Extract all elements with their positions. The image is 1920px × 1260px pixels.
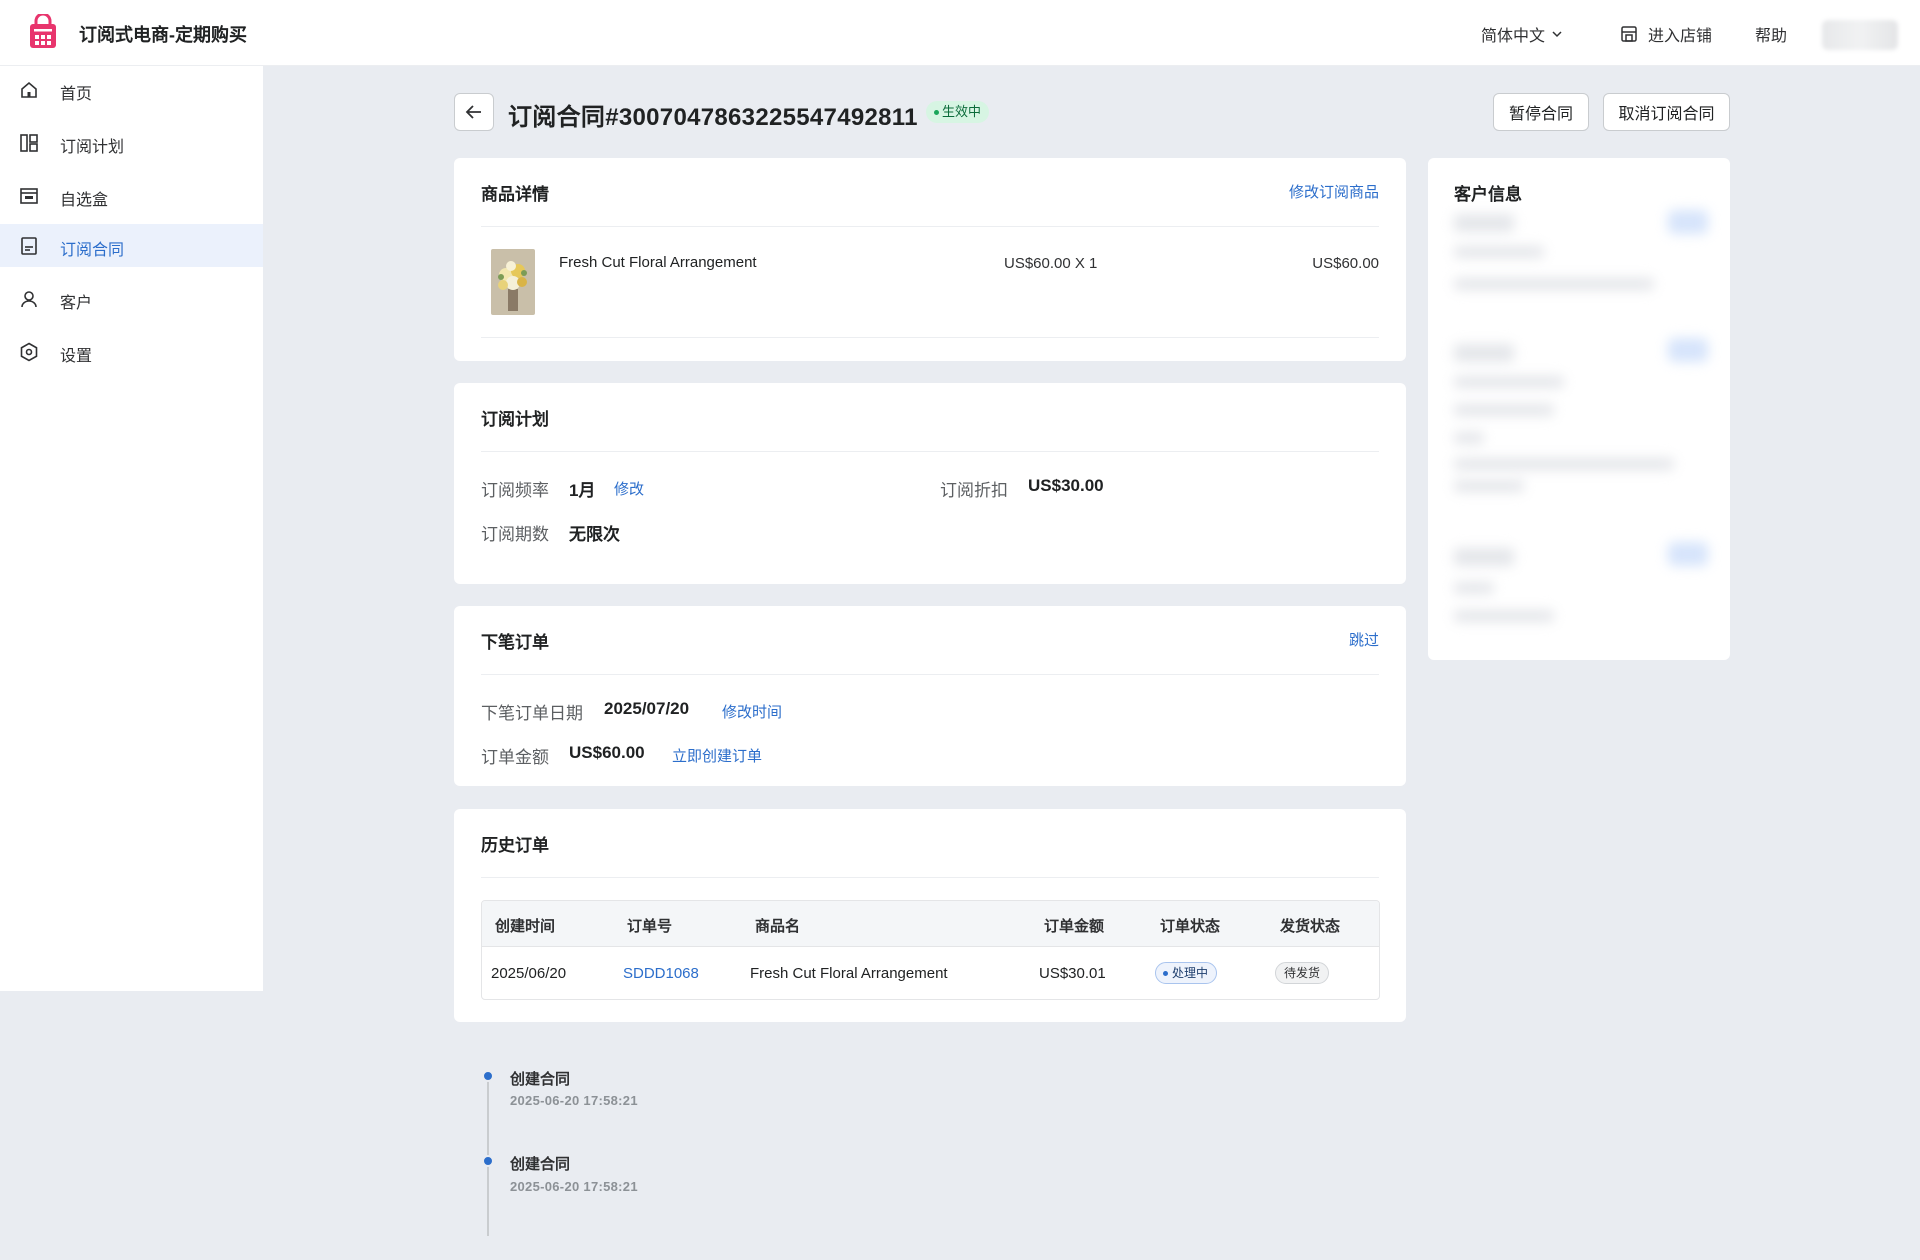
sidebar-item-plans[interactable]: 订阅计划 bbox=[0, 121, 263, 164]
create-order-now-link[interactable]: 立即创建订单 bbox=[672, 745, 762, 766]
periods-value: 无限次 bbox=[569, 525, 620, 544]
order-history-card: 历史订单 创建时间 订单号 商品名 订单金额 订单状态 发货状态 2025/06… bbox=[454, 809, 1406, 1022]
timeline-dot bbox=[482, 1070, 494, 1082]
top-bar: 订阅式电商-定期购买 简体中文 进入店铺 帮助 bbox=[0, 0, 1920, 66]
language-label: 简体中文 bbox=[1481, 28, 1546, 45]
product-name: Fresh Cut Floral Arrangement bbox=[559, 254, 757, 271]
frequency-label: 订阅频率 bbox=[481, 481, 549, 500]
sidebar-item-label: 客户 bbox=[60, 295, 93, 312]
settings-icon bbox=[20, 342, 38, 362]
back-button[interactable] bbox=[454, 93, 494, 131]
order-amount-value: US$60.00 bbox=[569, 743, 645, 762]
next-order-card: 下笔订单 跳过 下笔订单日期 2025/07/20 修改时间 订单金额 US$6… bbox=[454, 606, 1406, 786]
store-link-label: 进入店铺 bbox=[1648, 28, 1713, 45]
next-order-date-label: 下笔订单日期 bbox=[481, 704, 583, 723]
product-details-card: 商品详情 修改订阅商品 Fresh Cut Floral Arrangement… bbox=[454, 158, 1406, 361]
sidebar-item-settings[interactable]: 设置 bbox=[0, 330, 263, 373]
timeline-dot bbox=[482, 1155, 494, 1167]
cell-amount: US$30.01 bbox=[1039, 965, 1106, 982]
column-header: 商品名 bbox=[755, 918, 801, 935]
ship-status-badge: 待发货 bbox=[1275, 962, 1330, 984]
edit-time-link[interactable]: 修改时间 bbox=[722, 701, 782, 722]
avatar[interactable] bbox=[1822, 20, 1898, 50]
card-title: 下笔订单 bbox=[481, 633, 549, 652]
page-title: 订阅合同#3007047863225547492811 bbox=[508, 104, 918, 131]
divider bbox=[481, 451, 1379, 452]
column-header: 创建时间 bbox=[495, 918, 556, 935]
user-icon bbox=[21, 291, 37, 308]
divider bbox=[481, 337, 1379, 338]
discount-label: 订阅折扣 bbox=[940, 481, 1008, 500]
discount-value: US$30.00 bbox=[1028, 476, 1104, 495]
frequency-value: 1月 bbox=[569, 481, 596, 500]
home-icon bbox=[21, 81, 37, 98]
product-image bbox=[491, 249, 535, 315]
timeline-time: 2025-06-20 17:58:21 bbox=[510, 1093, 638, 1108]
edit-frequency-link[interactable]: 修改 bbox=[614, 478, 644, 499]
sidebar-item-label: 订阅合同 bbox=[60, 242, 125, 259]
column-header: 订单金额 bbox=[1044, 918, 1105, 935]
column-header: 发货状态 bbox=[1280, 918, 1341, 935]
contract-icon bbox=[21, 237, 37, 255]
order-history-table: 创建时间 订单号 商品名 订单金额 订单状态 发货状态 2025/06/20 S… bbox=[481, 900, 1380, 1000]
cancel-contract-button[interactable]: 取消订阅合同 bbox=[1603, 93, 1730, 131]
order-status-badge: 处理中 bbox=[1155, 962, 1218, 984]
table-header: 创建时间 订单号 商品名 订单金额 订单状态 发货状态 bbox=[482, 901, 1379, 947]
sidebar: 首页 订阅计划 自选盒 订阅合同 客户 设置 bbox=[0, 66, 263, 991]
sidebar-item-contracts[interactable]: 订阅合同 bbox=[0, 224, 263, 267]
status-badge: 生效中 bbox=[926, 101, 990, 123]
card-title: 客户信息 bbox=[1454, 185, 1522, 204]
card-title: 历史订单 bbox=[481, 836, 549, 855]
timeline-title: 创建合同 bbox=[510, 1156, 571, 1173]
arrow-left-icon bbox=[465, 105, 481, 119]
next-order-date-value: 2025/07/20 bbox=[604, 699, 690, 718]
box-icon bbox=[20, 188, 38, 204]
sidebar-item-label: 首页 bbox=[60, 86, 93, 103]
order-number-link[interactable]: SDDD1068 bbox=[623, 965, 699, 982]
sidebar-item-label: 设置 bbox=[60, 348, 93, 365]
order-amount-label: 订单金额 bbox=[481, 748, 549, 767]
subscription-plan-card: 订阅计划 订阅频率 1月 修改 订阅折扣 US$30.00 订阅期数 无限次 bbox=[454, 383, 1406, 584]
app-title: 订阅式电商-定期购买 bbox=[79, 25, 247, 45]
store-link[interactable]: 进入店铺 bbox=[1620, 22, 1712, 46]
product-price-qty: US$60.00 X 1 bbox=[1004, 255, 1098, 272]
column-header: 订单号 bbox=[627, 918, 673, 935]
plans-icon bbox=[20, 134, 38, 152]
app-logo-icon bbox=[30, 14, 56, 48]
product-total: US$60.00 bbox=[1312, 255, 1379, 272]
divider bbox=[481, 877, 1379, 878]
divider bbox=[481, 674, 1379, 675]
card-title: 订阅计划 bbox=[481, 410, 549, 429]
help-link[interactable]: 帮助 bbox=[1755, 22, 1787, 46]
sidebar-item-customers[interactable]: 客户 bbox=[0, 277, 263, 320]
cell-created: 2025/06/20 bbox=[491, 965, 567, 982]
chevron-down-icon bbox=[1552, 31, 1562, 38]
column-header: 订单状态 bbox=[1160, 918, 1221, 935]
card-title: 商品详情 bbox=[481, 185, 549, 204]
timeline-title: 创建合同 bbox=[510, 1071, 571, 1088]
sidebar-item-home[interactable]: 首页 bbox=[0, 68, 263, 111]
edit-products-link[interactable]: 修改订阅商品 bbox=[1289, 181, 1379, 202]
language-selector[interactable]: 简体中文 bbox=[1481, 22, 1563, 46]
customer-info-card: 客户信息 bbox=[1428, 158, 1730, 660]
pause-contract-button[interactable]: 暂停合同 bbox=[1493, 93, 1589, 131]
skip-link[interactable]: 跳过 bbox=[1349, 629, 1379, 650]
sidebar-item-label: 订阅计划 bbox=[60, 139, 125, 156]
sidebar-item-label: 自选盒 bbox=[60, 192, 109, 209]
divider bbox=[481, 226, 1379, 227]
sidebar-item-box[interactable]: 自选盒 bbox=[0, 174, 263, 217]
cell-product: Fresh Cut Floral Arrangement bbox=[750, 965, 948, 982]
store-icon bbox=[1621, 26, 1637, 42]
timeline-time: 2025-06-20 17:58:21 bbox=[510, 1179, 638, 1194]
periods-label: 订阅期数 bbox=[481, 525, 549, 544]
